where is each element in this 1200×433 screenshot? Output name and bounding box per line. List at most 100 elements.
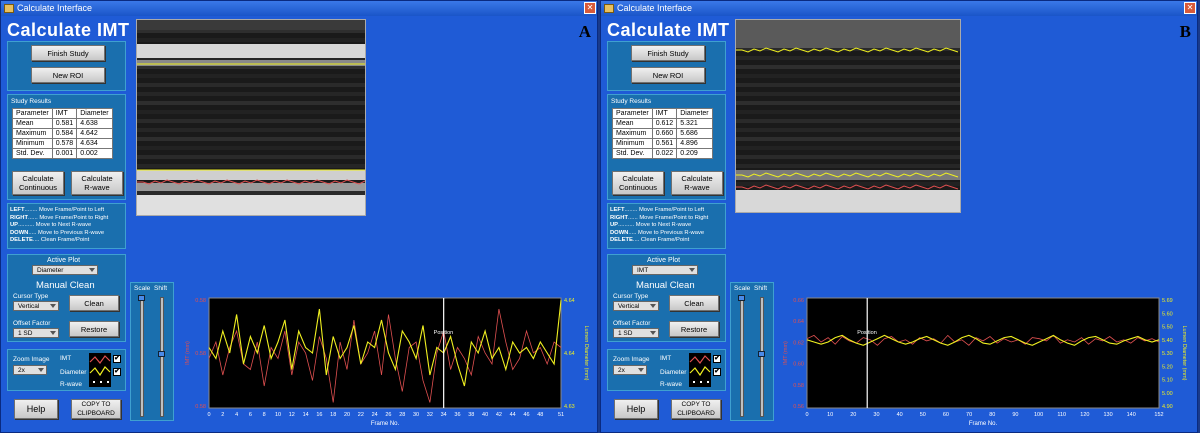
restore-button[interactable]: Restore (69, 321, 119, 337)
plot-area[interactable] (806, 297, 1160, 409)
results-row: Maximum 0.660 5.686 (612, 128, 713, 139)
new-roi-button[interactable]: New ROI (31, 67, 105, 83)
calculate-continuous-line2: Continuous (619, 183, 657, 192)
results-row: Minimum 0.578 4.634 (12, 138, 113, 149)
y-axis-label-left: IMT (mm) (185, 341, 191, 365)
image-speckle-band (736, 119, 960, 123)
results-header-cell: Parameter (612, 108, 653, 119)
key-name: DOWN (610, 229, 629, 236)
ultrasound-image[interactable] (735, 19, 961, 213)
results-row: Std. Dev. 0.022 0.209 (612, 148, 713, 159)
zoom-image-select[interactable]: 2x (13, 365, 47, 375)
results-header-cell: Parameter (12, 108, 53, 119)
legend-rwave-dot (107, 381, 109, 383)
results-cell: 5.321 (676, 118, 713, 129)
legend-rwave-dot (693, 381, 695, 383)
clean-button[interactable]: Clean (69, 295, 119, 311)
close-icon[interactable]: ✕ (1184, 2, 1196, 14)
image-speckle-band (137, 164, 365, 168)
x-tick-label: 24 (372, 412, 378, 418)
scale-slider[interactable] (140, 297, 144, 417)
app-icon (604, 4, 614, 13)
x-tick-label: 44 (510, 412, 516, 418)
calculate-rwave-button[interactable]: Calculate R-wave (671, 171, 723, 195)
x-tick-label: 10 (275, 412, 281, 418)
key-help-line: UP.......... Move to Next R-wave (610, 222, 708, 230)
calculate-rwave-button[interactable]: Calculate R-wave (71, 171, 123, 195)
restore-button[interactable]: Restore (669, 321, 719, 337)
shift-slider[interactable] (760, 297, 764, 417)
near-wall-echo (137, 44, 365, 58)
legend-imt-line (89, 355, 111, 364)
app-title: Calculate IMT (7, 20, 130, 40)
copy-to-clipboard-button[interactable]: COPY TO CLIPBOARD (71, 399, 121, 419)
active-plot-value: IMT (637, 267, 649, 274)
close-icon[interactable]: ✕ (584, 2, 596, 14)
shift-slider[interactable] (160, 297, 164, 417)
shift-slider-handle[interactable] (158, 351, 165, 357)
scale-slider[interactable] (740, 297, 744, 417)
y-axis-label-right: Lumen Diameter (mm) (1181, 325, 1187, 380)
results-cell: 0.578 (51, 138, 78, 149)
active-plot-select[interactable]: Diameter (32, 265, 98, 275)
results-row: Std. Dev. 0.001 0.002 (12, 148, 113, 159)
key-name: LEFT (10, 207, 25, 213)
legend-rwave-label: R-wave (660, 381, 683, 388)
chevron-down-icon (650, 331, 656, 335)
scale-slider-handle[interactable] (738, 295, 745, 301)
zoom-image-select[interactable]: 2x (613, 365, 647, 375)
plot-chart[interactable]: 0 2 4 6 8 10 12 14 16 18 20 22 24 26 28 30 32 34 36 38 40 42 4… (179, 292, 597, 432)
key-help-line: DOWN..... Move to Previous R-wave (10, 230, 108, 238)
y-tick-label-right: 5.30 (1162, 351, 1173, 357)
scale-slider-handle[interactable] (138, 295, 145, 301)
imt-visible-checkbox[interactable]: ✔ (713, 355, 721, 363)
image-band (137, 20, 365, 30)
title-bar: Calculate Interface ✕ (1, 1, 597, 16)
finish-study-button[interactable]: Finish Study (631, 45, 705, 61)
help-button[interactable]: Help (614, 399, 658, 419)
legend-swatch (689, 353, 711, 387)
ultrasound-image[interactable] (136, 19, 366, 216)
offset-factor-select[interactable]: 1 SD (13, 328, 59, 338)
results-cell: 4.896 (676, 138, 713, 149)
active-plot-select[interactable]: IMT (632, 265, 698, 275)
help-button[interactable]: Help (14, 399, 58, 419)
diameter-visible-checkbox[interactable]: ✔ (713, 368, 721, 376)
legend-diameter-line (689, 366, 711, 377)
shift-slider-handle[interactable] (758, 351, 765, 357)
copy-to-clipboard-button[interactable]: COPY TO CLIPBOARD (671, 399, 721, 419)
y-tick-label-right: 4.64 (564, 351, 575, 357)
active-plot-label: Active Plot (647, 257, 681, 264)
legend-imt-label: IMT (660, 355, 672, 362)
ultrasound-svg (736, 20, 960, 212)
key-desc: ...... Move Frame/Point to Right (628, 214, 709, 221)
deep-tissue-echo (736, 190, 960, 212)
active-plot-value: Diameter (37, 267, 64, 274)
new-roi-button[interactable]: New ROI (631, 67, 705, 83)
x-tick-label: 14 (303, 412, 309, 418)
legend-svg (689, 355, 711, 383)
cursor-type-select[interactable]: Vertical (613, 301, 659, 311)
offset-factor-select[interactable]: 1 SD (613, 328, 659, 338)
key-help-line: DOWN..... Move to Previous R-wave (610, 230, 708, 238)
finish-study-button[interactable]: Finish Study (31, 45, 105, 61)
y-tick-label-right: 4.90 (1162, 404, 1173, 410)
results-row: Minimum 0.561 4.896 (612, 138, 713, 149)
keyboard-help: LEFT........ Move Frame/Point to Left RIG… (610, 207, 708, 245)
x-tick-label: 32 (427, 412, 433, 418)
clean-button[interactable]: Clean (669, 295, 719, 311)
window-panel-b: Calculate Interface ✕ Calculate IMT B Finish… (600, 0, 1198, 433)
calculate-continuous-button[interactable]: Calculate Continuous (612, 171, 664, 195)
chevron-down-icon (50, 304, 56, 308)
plot-chart[interactable]: 0 10 20 30 40 50 60 70 80 90 100 110 120 130 140 152 0.6… (777, 292, 1197, 432)
chevron-down-icon (89, 268, 95, 272)
image-speckle-band (137, 137, 365, 141)
diameter-visible-checkbox[interactable]: ✔ (113, 368, 121, 376)
legend-diameter-label: Diameter (660, 369, 687, 376)
cursor-type-select[interactable]: Vertical (13, 301, 59, 311)
key-name: UP (610, 222, 619, 228)
results-row: Maximum 0.584 4.642 (12, 128, 113, 139)
x-tick-label: 100 (1034, 412, 1043, 418)
calculate-continuous-button[interactable]: Calculate Continuous (12, 171, 64, 195)
imt-visible-checkbox[interactable]: ✔ (113, 355, 121, 363)
